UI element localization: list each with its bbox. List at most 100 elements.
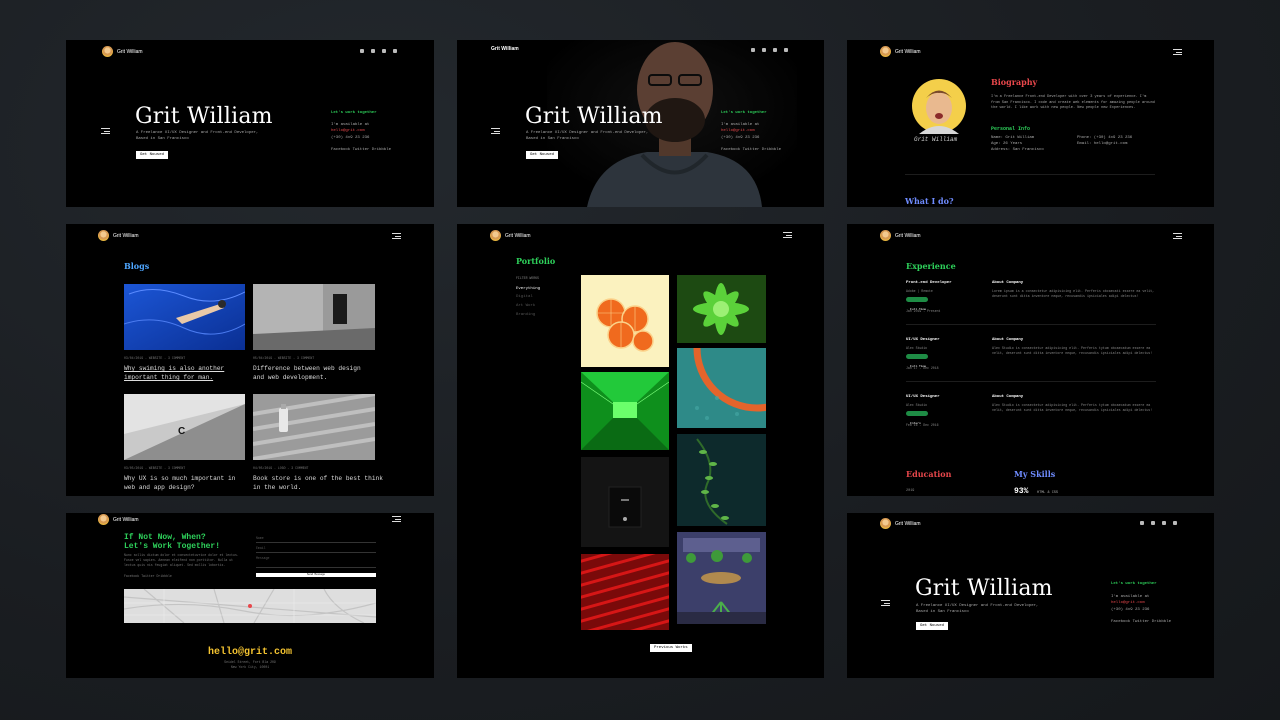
avatar xyxy=(98,514,109,525)
filter-everything[interactable]: Everything xyxy=(516,286,540,292)
brand[interactable]: Grit William xyxy=(98,230,139,241)
social-links[interactable]: Facebook Twitter Dribbble xyxy=(331,147,391,153)
portfolio-item-vine[interactable] xyxy=(677,434,766,526)
signature: Grit William xyxy=(914,136,958,143)
education-year: 2019 xyxy=(906,489,915,493)
vimeo-icon[interactable] xyxy=(382,49,386,53)
vimeo-icon[interactable] xyxy=(1162,521,1166,525)
social-icons xyxy=(1140,521,1177,525)
previous-works-button[interactable]: Previous Works xyxy=(650,644,692,652)
blog-title-1b[interactable]: important thing for man. xyxy=(124,374,213,382)
exp-date-1: Jan 2019 - Present xyxy=(906,309,941,313)
brand[interactable]: Grit William xyxy=(880,518,921,529)
menu-icon[interactable] xyxy=(491,128,500,134)
hero-tagline-2: Based in San Francisco xyxy=(136,137,189,141)
blog-title-1a[interactable]: Why swiming is also another xyxy=(124,365,224,373)
brand-name: Grit William xyxy=(113,232,139,239)
exp-desc-2: Alex Studio is consectetur adipisicing e… xyxy=(992,346,1153,356)
brand[interactable]: Grit William xyxy=(880,230,921,241)
social-links[interactable]: Facebook Twitter Dribbble xyxy=(721,147,781,153)
contact-social[interactable]: Facebook Twitter Dribbble xyxy=(124,573,172,579)
blog-title-2a[interactable]: Difference between web design xyxy=(253,365,361,373)
brand[interactable]: Grit William xyxy=(490,230,531,241)
blog-title-3a[interactable]: Why UX is so much important in xyxy=(124,475,235,483)
blog-meta-2: 05/04/2019 - WEBSITE - 3 COMMENT xyxy=(253,356,315,360)
twitter-icon[interactable] xyxy=(1151,521,1155,525)
brand[interactable]: Grit William xyxy=(102,46,143,57)
instagram-icon[interactable] xyxy=(393,49,397,53)
twitter-icon[interactable] xyxy=(762,48,766,52)
facebook-icon[interactable] xyxy=(751,48,755,52)
address-2: New York City, 10001 xyxy=(230,665,270,669)
email-field[interactable]: Email xyxy=(256,544,376,553)
portfolio-item-green-corridor[interactable] xyxy=(581,372,669,450)
exp-about-3: About Company xyxy=(992,395,1024,399)
menu-icon[interactable] xyxy=(101,128,110,134)
map[interactable] xyxy=(124,589,376,623)
blog-title-2b[interactable]: and web development. xyxy=(253,374,327,382)
blog-image-swimmer[interactable] xyxy=(124,284,245,350)
avatar xyxy=(98,230,109,241)
hero-name: Grit William xyxy=(135,104,273,129)
blog-title-3b[interactable]: web and app design? xyxy=(124,484,195,492)
get-noused-button[interactable]: Get Noused xyxy=(916,622,949,630)
menu-icon[interactable] xyxy=(1173,233,1182,239)
menu-icon[interactable] xyxy=(1173,49,1182,55)
blog-image-letter-c[interactable]: C xyxy=(124,394,245,460)
menu-icon[interactable] xyxy=(392,233,401,239)
blog-meta-1: 03/04/2019 - WEBSITE - 3 COMMENT xyxy=(124,356,186,360)
card-hero-bottom: Grit William Grit William A Freelance UI… xyxy=(847,513,1214,678)
blog-title-4b[interactable]: in the world. xyxy=(253,484,301,492)
menu-icon[interactable] xyxy=(881,600,890,606)
portfolio-item-red-stripes[interactable] xyxy=(581,554,669,630)
name-field[interactable]: Name xyxy=(256,534,376,543)
brand-name: Grit William xyxy=(895,48,921,55)
get-noused-button[interactable]: Get Noused xyxy=(136,151,169,159)
twitter-icon[interactable] xyxy=(371,49,375,53)
blog-image-wall[interactable] xyxy=(253,284,375,350)
card-hero: Grit William Grit William A Freelance UI… xyxy=(66,40,434,207)
exp-company-3: Alex Studio xyxy=(906,403,928,407)
message-field[interactable]: Message xyxy=(256,554,376,568)
blog-title-4a[interactable]: Book store is one of the best think xyxy=(253,475,383,483)
skill-name: HTML & CSS xyxy=(1037,491,1059,495)
filter-branding[interactable]: Branding xyxy=(516,312,535,318)
exp-about-1: About Company xyxy=(992,281,1024,285)
brand[interactable]: Grit William xyxy=(880,46,921,57)
big-email[interactable]: hello@grit.com xyxy=(66,647,434,658)
instagram-icon[interactable] xyxy=(1173,521,1177,525)
card-experience: Grit William Experience Front-end Develo… xyxy=(847,224,1214,496)
social-links[interactable]: Facebook Twitter Dribbble xyxy=(1111,619,1171,625)
exp-about-2: About Company xyxy=(992,338,1024,342)
filter-digital[interactable]: Digital xyxy=(516,294,533,300)
hero-name: Grit William xyxy=(525,104,663,129)
portfolio-item-oranges[interactable] xyxy=(581,275,669,367)
skills-title: My Skills xyxy=(1014,469,1056,479)
email-link[interactable]: hello@grit.com xyxy=(331,128,365,134)
email-link[interactable]: hello@grit.com xyxy=(1111,600,1145,606)
portfolio-item-teal-texture[interactable] xyxy=(677,348,766,428)
instagram-icon[interactable] xyxy=(784,48,788,52)
portfolio-item-dark-art[interactable] xyxy=(581,457,669,547)
brand[interactable]: Grit William xyxy=(491,46,519,52)
email-link[interactable]: hello@grit.com xyxy=(721,128,755,134)
exp-date-2: Jan 17 - Dec 2018 xyxy=(906,366,939,370)
facebook-icon[interactable] xyxy=(1140,521,1144,525)
what-i-do-title: What I do? xyxy=(905,196,954,206)
menu-icon[interactable] xyxy=(783,232,792,238)
exp-tag-1: Full Time xyxy=(906,297,928,311)
biography-title: Biography xyxy=(991,77,1038,87)
filter-art-work[interactable]: Art Work xyxy=(516,303,535,309)
vimeo-icon[interactable] xyxy=(773,48,777,52)
menu-icon[interactable] xyxy=(392,516,401,522)
portfolio-item-plants-window[interactable] xyxy=(677,532,766,624)
brand[interactable]: Grit William xyxy=(98,514,139,525)
blog-image-bottle[interactable] xyxy=(253,394,375,460)
info-address: Address: San Francisco xyxy=(991,148,1044,152)
send-message-button[interactable]: Send Message xyxy=(256,573,376,577)
contact-body: Nunc sollis dictum dolor et consectetuvr… xyxy=(124,553,239,567)
get-noused-button[interactable]: Get Noused xyxy=(526,151,559,159)
portfolio-item-succulent[interactable] xyxy=(677,275,766,343)
facebook-icon[interactable] xyxy=(360,49,364,53)
exp-role-3: UI/UX Designer xyxy=(906,395,940,399)
